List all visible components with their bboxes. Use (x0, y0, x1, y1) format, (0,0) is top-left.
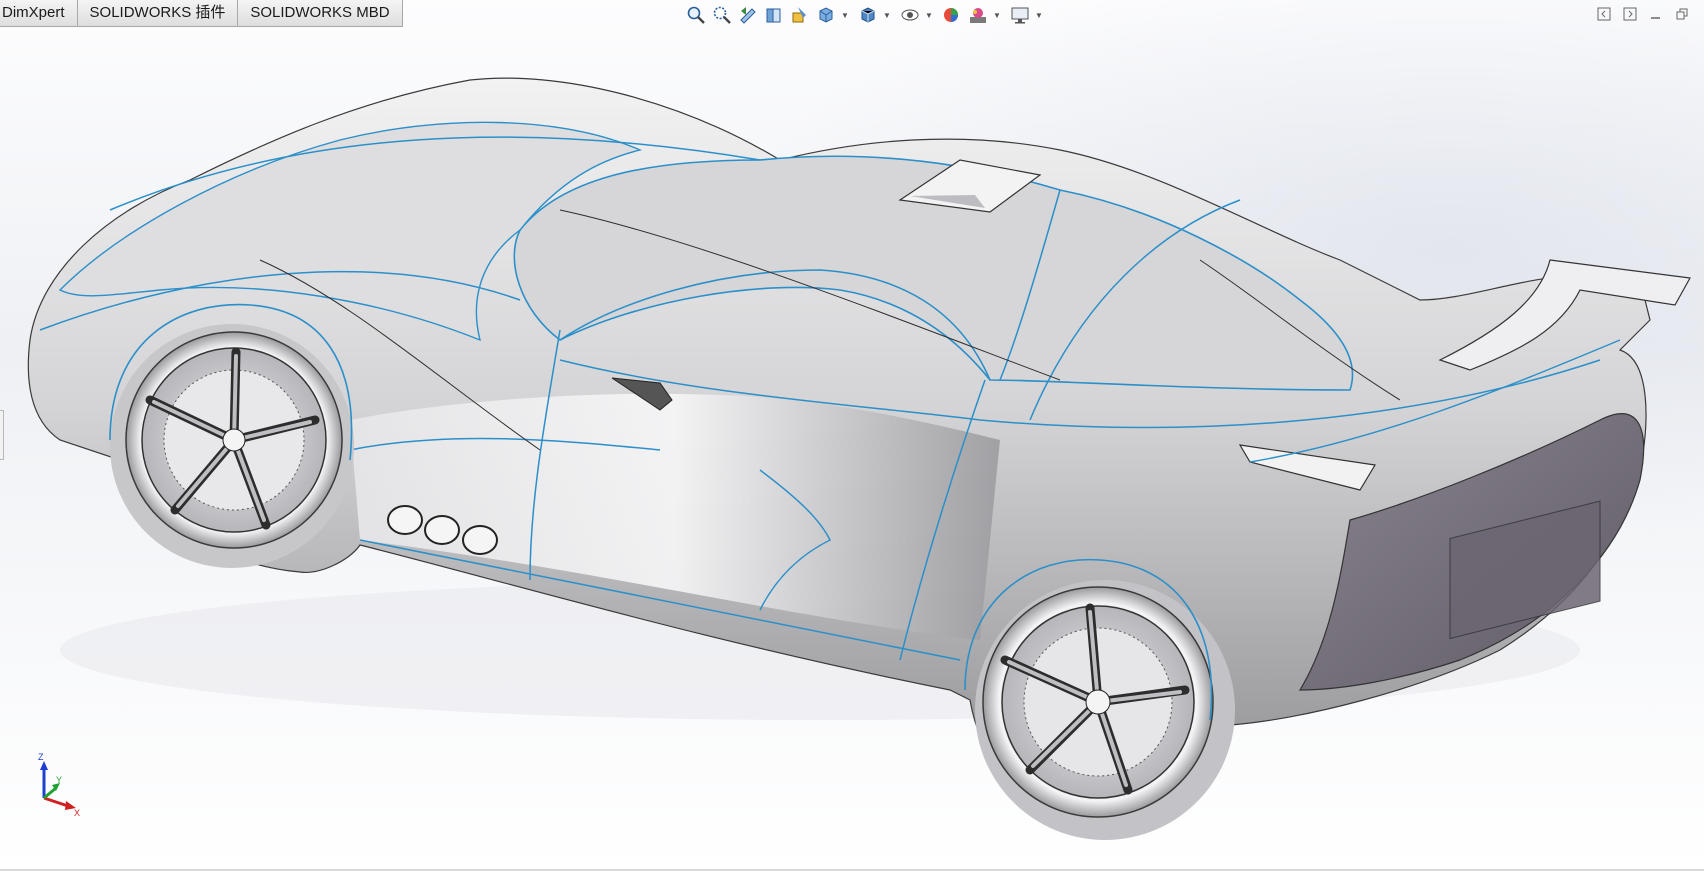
tile-right-icon[interactable] (1622, 6, 1638, 22)
restore-icon[interactable] (1674, 6, 1690, 22)
view-settings-icon[interactable] (1008, 3, 1032, 27)
apply-scene-dropdown-icon[interactable]: ▼ (992, 3, 1002, 27)
car-model[interactable] (0, 0, 1704, 871)
minimize-icon[interactable] (1648, 6, 1664, 22)
front-wheel (110, 324, 354, 568)
edit-appearance-icon[interactable] (940, 3, 964, 27)
reference-triad: Z Y X (38, 752, 80, 816)
tab-dimxpert[interactable]: DimXpert (0, 0, 78, 27)
zoom-to-fit-icon[interactable] (684, 3, 708, 27)
view-settings-dropdown-icon[interactable]: ▼ (1034, 3, 1044, 27)
zoom-to-area-icon[interactable] (710, 3, 734, 27)
heads-up-view-toolbar: ▼ ▼ ▼ ▼ ▼ (684, 3, 1048, 27)
feature-manager-collapse-handle[interactable] (0, 410, 4, 460)
section-view-icon[interactable] (762, 3, 786, 27)
hide-show-items-icon[interactable] (898, 3, 922, 27)
tab-solidworks-mbd[interactable]: SOLIDWORKS MBD (238, 0, 403, 27)
view-orientation-icon[interactable] (814, 3, 838, 27)
apply-scene-icon[interactable] (966, 3, 990, 27)
display-style-icon[interactable] (856, 3, 880, 27)
triad-z-label: Z (38, 752, 44, 762)
command-manager-tabs: DimXpert SOLIDWORKS 插件 SOLIDWORKS MBD (0, 0, 403, 27)
dynamic-annotation-icon[interactable] (788, 3, 812, 27)
window-controls (1596, 6, 1690, 22)
view-orientation-dropdown-icon[interactable]: ▼ (840, 3, 850, 27)
tile-left-icon[interactable] (1596, 6, 1612, 22)
graphics-viewport[interactable]: DimXpert SOLIDWORKS 插件 SOLIDWORKS MBD ▼ … (0, 0, 1704, 871)
triad-x-label: X (74, 808, 80, 816)
tab-solidworks-addins[interactable]: SOLIDWORKS 插件 (77, 0, 239, 27)
hide-show-dropdown-icon[interactable]: ▼ (924, 3, 934, 27)
display-style-dropdown-icon[interactable]: ▼ (882, 3, 892, 27)
previous-view-icon[interactable] (736, 3, 760, 27)
triad-y-label: Y (56, 775, 62, 785)
